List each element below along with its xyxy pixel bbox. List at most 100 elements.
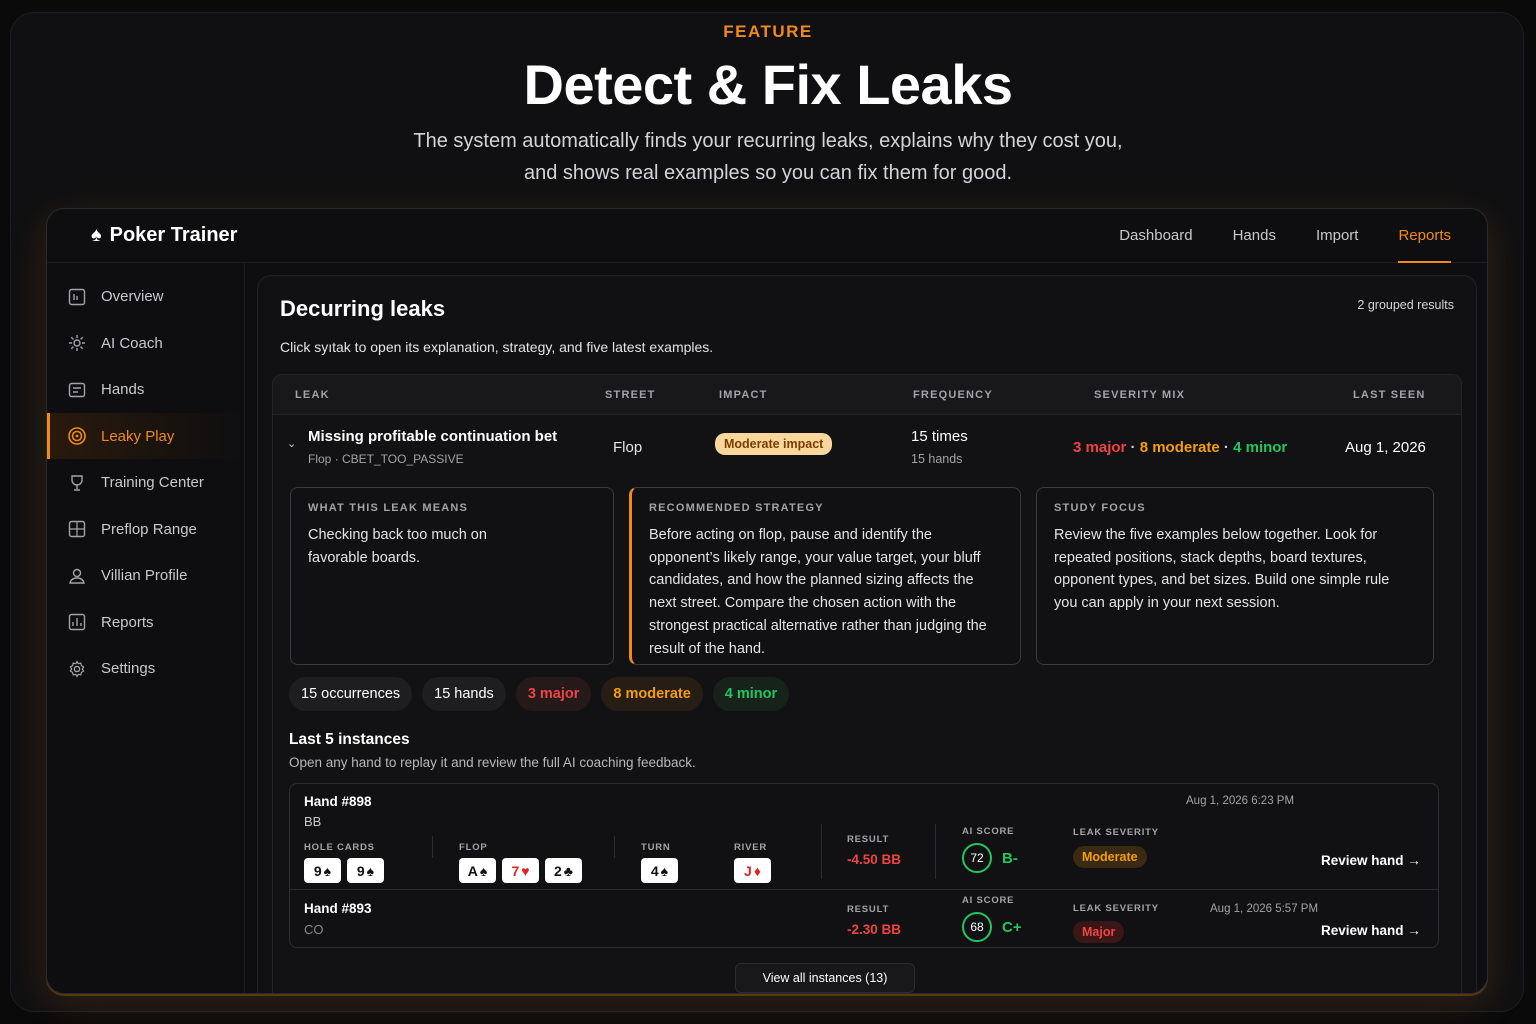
- chevron-down-icon[interactable]: ⌄: [287, 437, 296, 450]
- hands-icon: [67, 380, 87, 400]
- sidebar-item-label: Reports: [101, 613, 154, 631]
- sidebar-item-label: AI Coach: [101, 334, 163, 352]
- sidebar-item-training-center[interactable]: Training Center: [47, 460, 244, 506]
- topnav-dashboard[interactable]: Dashboard: [1119, 209, 1192, 263]
- severity-major: 3 major: [1073, 439, 1127, 456]
- col-leak[interactable]: LEAK: [295, 389, 330, 401]
- col-frequency[interactable]: FREQUENCY: [913, 389, 993, 401]
- review-hand-link[interactable]: Review hand →: [1321, 853, 1421, 868]
- ai-score-label: AI SCORE: [962, 826, 1015, 837]
- result-label: RESULT: [847, 904, 890, 915]
- stat-pills: 15 occurrences 15 hands 3 major 8 modera…: [289, 677, 790, 711]
- card-body: Checking back too much on favorable boar…: [308, 527, 487, 566]
- flop-cards: A ♠ 7 ♥ 2 ♣: [459, 858, 582, 883]
- review-hand-link[interactable]: Review hand →: [1321, 923, 1421, 938]
- app-window: ♠ Poker Trainer Dashboard Hands Import R…: [46, 208, 1488, 994]
- topnav-hands[interactable]: Hands: [1233, 209, 1276, 263]
- instances-description: Open any hand to replay it and review th…: [289, 755, 696, 770]
- panel-title: Decurring leaks: [280, 296, 446, 321]
- major-pill: 3 major: [515, 677, 592, 711]
- sidebar: Overview AI Coach Hands Leaky Play Train…: [47, 263, 245, 993]
- col-impact[interactable]: IMPACT: [719, 389, 768, 401]
- hero-subtitle: The system automatically finds your recu…: [0, 125, 1536, 189]
- sidebar-item-label: Training Center: [101, 474, 204, 491]
- col-severity-mix[interactable]: SEVERITY MIX: [1094, 389, 1185, 401]
- topbar: ♠ Poker Trainer Dashboard Hands Import R…: [47, 209, 1487, 263]
- leak-meaning-card: WHAT THIS LEAK MEANS Checking back too m…: [290, 487, 614, 665]
- sidebar-item-label: Settings: [101, 660, 156, 677]
- ai-score-label: AI SCORE: [962, 895, 1015, 906]
- hand-time: Aug 1, 2026 5:57 PM: [1210, 903, 1319, 915]
- hand-time: Aug 1, 2026 6:23 PM: [1186, 795, 1295, 807]
- list-item[interactable]: Hand #898 BB Aug 1, 2026 6:23 PM HOLE CA…: [290, 784, 1438, 890]
- col-last-seen[interactable]: LAST SEEN: [1353, 389, 1426, 401]
- ai-score-ring: 72: [962, 843, 992, 873]
- divider: [614, 836, 615, 858]
- last-seen: Aug 1, 2026: [1345, 439, 1426, 456]
- playing-card: A ♠: [459, 858, 496, 883]
- sidebar-item-settings[interactable]: Settings: [47, 646, 244, 692]
- top-nav: Dashboard Hands Import Reports: [1119, 209, 1451, 263]
- hero-subtitle-line1: The system automatically finds your recu…: [413, 130, 1123, 152]
- list-item[interactable]: Hand #893 CO RESULT -2.30 BB AI SCORE 68…: [290, 890, 1438, 947]
- severity-mix: 3 major · 8 moderate · 4 minor: [1073, 439, 1287, 456]
- ai-coach-icon: [67, 333, 87, 353]
- river-cards: J ♦: [734, 858, 771, 883]
- card-body: Before acting on flop, pause and identif…: [649, 527, 987, 657]
- hand-position: BB: [304, 814, 322, 829]
- turn-cards: 4 ♠: [641, 858, 678, 883]
- severity-moderate: 8 moderate: [1139, 439, 1220, 456]
- flop-label: FLOP: [459, 842, 488, 853]
- sidebar-item-villian-profile[interactable]: Villian Profile: [47, 553, 244, 599]
- trophy-icon: [67, 473, 87, 493]
- result-value: -4.50 BB: [847, 852, 902, 867]
- card-label: RECOMMENDED STRATEGY: [649, 502, 824, 514]
- sidebar-item-preflop-range[interactable]: Preflop Range: [47, 506, 244, 552]
- table-row[interactable]: ⌄ Missing profitable continuation bet Fl…: [273, 415, 1461, 479]
- sidebar-item-label: Leaky Play: [101, 427, 175, 445]
- leaks-panel: Decurring leaks 2 grouped results Click …: [257, 275, 1477, 993]
- topnav-reports[interactable]: Reports: [1398, 209, 1451, 263]
- instances-list: Hand #898 BB Aug 1, 2026 6:23 PM HOLE CA…: [289, 783, 1439, 948]
- hole-cards-label: HOLE CARDS: [304, 842, 375, 853]
- sidebar-item-ai-coach[interactable]: AI Coach: [47, 320, 244, 366]
- col-street[interactable]: STREET: [605, 389, 656, 401]
- leak-street: Flop: [613, 439, 643, 456]
- severity-separator: ·: [1130, 439, 1136, 456]
- playing-card: J ♦: [734, 858, 771, 883]
- impact-badge: Moderate impact: [715, 433, 833, 455]
- leak-meta: Flop · CBET_TOO_PASSIVE: [308, 452, 464, 466]
- brand[interactable]: ♠ Poker Trainer: [91, 224, 237, 247]
- ai-grade: C+: [1002, 919, 1022, 936]
- sidebar-item-reports[interactable]: Reports: [47, 599, 244, 645]
- sidebar-item-hands[interactable]: Hands: [47, 367, 244, 413]
- card-body: Review the five examples below together.…: [1054, 527, 1390, 612]
- overview-icon: [67, 287, 87, 307]
- ai-score-ring: 68: [962, 912, 992, 942]
- card-label: WHAT THIS LEAK MEANS: [308, 502, 469, 514]
- divider: [935, 824, 936, 879]
- sidebar-item-overview[interactable]: Overview: [47, 274, 244, 320]
- hole-cards: 9 ♠ 9 ♠: [304, 858, 384, 883]
- moderate-pill: 8 moderate: [601, 677, 703, 711]
- spade-icon: ♠: [91, 224, 102, 246]
- hero-subtitle-line2: and shows real examples so you can fix t…: [523, 162, 1013, 184]
- playing-card: 9 ♠: [304, 858, 341, 883]
- playing-card: 7 ♥: [502, 858, 539, 883]
- river-label: RIVER: [734, 842, 768, 853]
- range-grid-icon: [67, 519, 87, 539]
- severity-minor: 4 minor: [1233, 439, 1288, 456]
- card-label: STUDY FOCUS: [1054, 502, 1146, 514]
- view-all-instances-button[interactable]: View all instances (13): [735, 963, 915, 993]
- brand-name: Poker Trainer: [109, 224, 238, 246]
- sidebar-item-leaky-play[interactable]: Leaky Play: [47, 413, 244, 459]
- hero-eyebrow: FEATURE: [723, 22, 813, 41]
- table-header: LEAK STREET IMPACT FREQUENCY SEVERITY MI…: [273, 375, 1461, 415]
- hand-position: CO: [304, 922, 324, 937]
- divider: [821, 824, 822, 879]
- gear-icon: [67, 659, 87, 679]
- topnav-import[interactable]: Import: [1316, 209, 1359, 263]
- occurrences-pill: 15 occurrences: [289, 677, 413, 711]
- user-icon: [67, 566, 87, 586]
- ai-grade: B-: [1002, 850, 1018, 867]
